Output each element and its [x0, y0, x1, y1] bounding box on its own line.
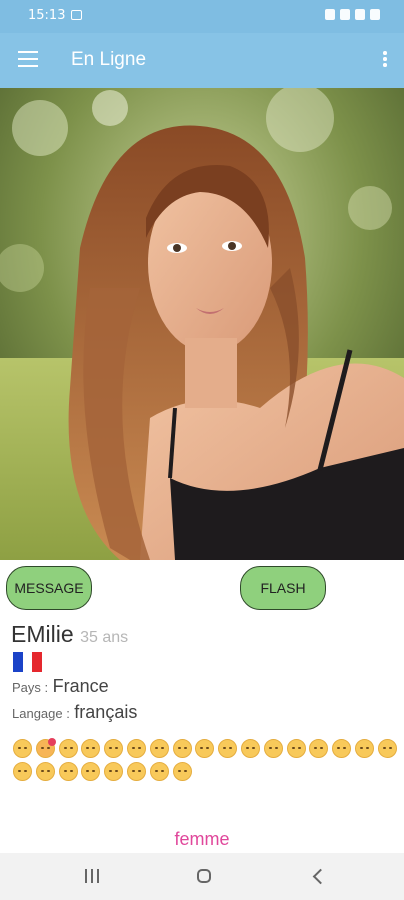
relieved-emoji-icon [286, 739, 306, 758]
profile-name: EMilie [11, 621, 74, 647]
status-bar: 15:13 [0, 0, 404, 33]
relieved-emoji-icon [332, 739, 352, 758]
smirk-emoji-icon [354, 739, 374, 758]
smile-emoji-icon [149, 762, 169, 781]
smile-emoji-icon [104, 762, 124, 781]
alarm-icon [325, 9, 335, 20]
smirk-emoji-icon [104, 739, 124, 758]
smile-emoji-icon [81, 762, 101, 781]
profile-photo-illustration [0, 88, 404, 560]
page-title: En Ligne [71, 49, 147, 70]
france-flag-icon [13, 652, 43, 672]
signal-icon [355, 9, 365, 20]
unamused-emoji-icon [218, 739, 238, 758]
smirk-emoji-icon [13, 739, 32, 758]
emoji-list [13, 738, 403, 785]
system-nav-bar [0, 853, 404, 900]
overflow-menu-icon[interactable] [382, 51, 388, 71]
gallery-notification-icon [71, 10, 82, 20]
back-icon[interactable] [298, 865, 338, 887]
unamused-emoji-icon [13, 762, 32, 781]
unamused-emoji-icon [240, 739, 260, 758]
unamused-emoji-icon [58, 762, 78, 781]
country-value: France [52, 676, 109, 696]
profile-photo[interactable] [0, 88, 404, 560]
flash-button[interactable]: FLASH [240, 566, 326, 610]
profile-header: EMilie 35 ans [11, 621, 128, 648]
relieved-emoji-icon [377, 739, 397, 758]
message-button[interactable]: MESSAGE [6, 566, 92, 610]
flag-stripe-white [22, 652, 33, 672]
hamburger-menu-icon[interactable] [18, 51, 38, 69]
relieved-emoji-icon [172, 762, 192, 781]
smirk-emoji-icon [149, 739, 169, 758]
smile-emoji-icon [309, 739, 329, 758]
smirk-emoji-icon [126, 739, 146, 758]
mute-icon [340, 9, 350, 20]
unamused-emoji-icon [81, 739, 101, 758]
status-icons [325, 9, 380, 20]
recents-icon[interactable] [72, 865, 112, 887]
language-value: français [74, 702, 138, 722]
language-row: Langage : français [12, 702, 137, 723]
app-bar: En Ligne [0, 33, 404, 88]
country-row: Pays : France [12, 676, 109, 697]
flag-stripe-blue [13, 652, 23, 672]
smirk-emoji-icon [195, 739, 215, 758]
heart-eyes-emoji-icon [35, 738, 56, 758]
profile-gender: femme [174, 829, 230, 849]
flag-stripe-red [32, 652, 43, 672]
status-time: 15:13 [28, 8, 66, 23]
relieved-emoji-icon [35, 762, 55, 781]
smirk-emoji-icon [172, 739, 192, 758]
country-label: Pays : [12, 680, 49, 695]
smile-emoji-icon [126, 762, 146, 781]
smirk-emoji-icon [263, 739, 283, 758]
smirk-emoji-icon [58, 739, 78, 758]
language-label: Langage : [12, 706, 70, 721]
battery-icon [370, 9, 380, 20]
home-icon[interactable] [184, 865, 224, 887]
profile-age: 35 ans [80, 629, 129, 646]
